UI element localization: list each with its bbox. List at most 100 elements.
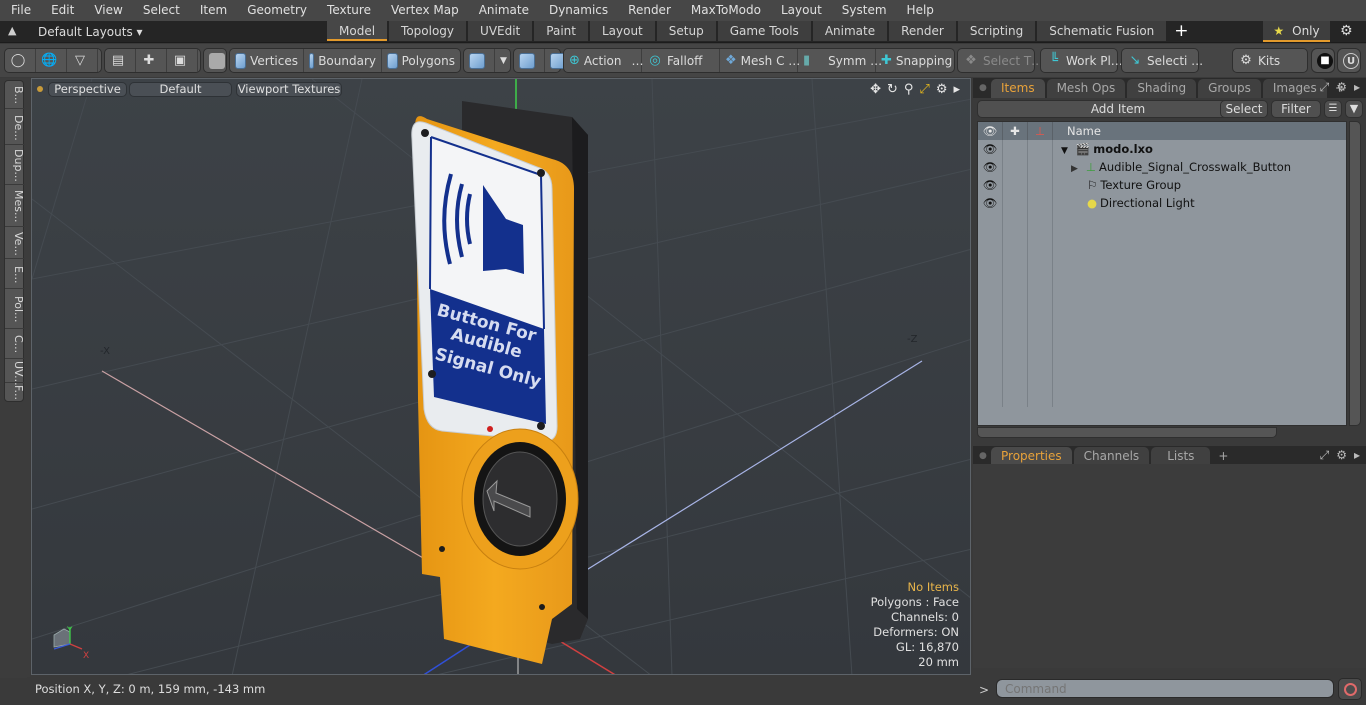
3d-viewport[interactable]: Button For Audible Signal Only -X -Z Y X xyxy=(31,78,971,675)
mesh-constraint-button[interactable]: ❖ Mesh C … xyxy=(720,49,800,72)
zoom-icon[interactable]: ⚲ xyxy=(904,82,914,97)
viewport-menu-dot[interactable] xyxy=(37,86,43,92)
boundary-button[interactable]: Boundary xyxy=(304,49,382,72)
select-tool-button[interactable]: ❖ Select T… xyxy=(958,49,1048,72)
tab-topology[interactable]: Topology xyxy=(389,21,467,41)
work-plane-button[interactable]: ╚ Work Pl… xyxy=(1041,49,1128,72)
vertices-button[interactable]: Vertices xyxy=(230,49,304,72)
add-tab-button[interactable]: + xyxy=(1168,21,1194,43)
tab-uvedit[interactable]: UVEdit xyxy=(468,21,533,41)
left-tab-fusion[interactable]: F... xyxy=(5,383,25,403)
expand-arrow-icon[interactable]: ▶ xyxy=(1071,164,1078,174)
left-tab-polygon[interactable]: Pol... xyxy=(5,291,25,329)
material-dropdown[interactable]: ▼ xyxy=(495,49,512,72)
panel-gear-icon[interactable]: ⚙ xyxy=(1336,80,1347,95)
tab-paint[interactable]: Paint xyxy=(534,21,588,41)
menu-edit[interactable]: Edit xyxy=(40,0,83,21)
tab-groups[interactable]: Groups xyxy=(1198,79,1261,98)
snapping-button[interactable]: ✚ Snapping xyxy=(876,49,954,72)
panel-dot-icon[interactable]: ● xyxy=(973,79,991,98)
visibility-column-icon[interactable]: 👁 xyxy=(978,122,1003,140)
kits-button[interactable]: ⚙ Kits xyxy=(1233,49,1285,72)
left-tab-curve[interactable]: C... xyxy=(5,331,25,359)
shading-mode-button[interactable]: Default xyxy=(129,82,232,97)
maximize-icon[interactable]: ⤢ xyxy=(919,82,929,97)
menu-item[interactable]: Item xyxy=(189,0,236,21)
record-button[interactable] xyxy=(1338,678,1362,700)
expand-icon[interactable]: ⤢ xyxy=(1320,448,1330,463)
menu-select[interactable]: Select xyxy=(132,0,189,21)
polygons-button[interactable]: Polygons xyxy=(382,49,460,72)
square-target-button[interactable]: ▣ xyxy=(167,49,198,72)
filter-button[interactable]: Filter xyxy=(1271,100,1321,118)
tab-render[interactable]: Render xyxy=(889,21,956,41)
list-options-icon[interactable]: ☰ xyxy=(1324,100,1342,118)
tab-setup[interactable]: Setup xyxy=(656,21,716,41)
viewport-textures-button[interactable]: Viewport Textures xyxy=(236,82,342,97)
tree-row[interactable]: 👁 ⚐ Texture Group xyxy=(978,176,1346,194)
tab-mesh-ops[interactable]: Mesh Ops xyxy=(1046,79,1126,98)
cross-button[interactable]: ✚ xyxy=(136,49,167,72)
collapse-up-icon[interactable]: ▲ xyxy=(8,24,22,40)
menu-texture[interactable]: Texture xyxy=(316,0,380,21)
left-tab-basic[interactable]: B... xyxy=(5,83,25,109)
tab-game-tools[interactable]: Game Tools xyxy=(717,21,811,41)
expand-arrow-icon[interactable]: ▼ xyxy=(1061,146,1068,156)
world-space-button[interactable] xyxy=(514,49,545,72)
eye-icon[interactable]: 👁 xyxy=(978,176,1003,194)
eye-icon[interactable]: 👁 xyxy=(978,140,1003,158)
left-tab-duplicate[interactable]: Dup... xyxy=(5,147,25,185)
tab-images[interactable]: Images xyxy=(1262,79,1327,98)
only-toggle[interactable]: ★ Only xyxy=(1263,21,1330,42)
align-button[interactable]: ▤ xyxy=(105,49,136,72)
menu-animate[interactable]: Animate xyxy=(468,0,538,21)
menu-layout[interactable]: Layout xyxy=(770,0,831,21)
tab-model[interactable]: Model xyxy=(327,21,388,41)
tab-items[interactable]: Items xyxy=(991,79,1045,98)
menu-vertex-map[interactable]: Vertex Map xyxy=(380,0,468,21)
pan-icon[interactable]: ✥ xyxy=(870,82,881,97)
panel-more-icon[interactable]: ▸ xyxy=(1354,80,1360,95)
unreal-button[interactable]: U xyxy=(1338,49,1366,72)
viewport-more-icon[interactable]: ▸ xyxy=(953,82,960,97)
menu-file[interactable]: File xyxy=(0,0,40,21)
left-tab-vertex[interactable]: Ve... xyxy=(5,229,25,259)
symmetry-button[interactable]: ▮ Symm … xyxy=(798,49,882,72)
eye-icon[interactable]: 👁 xyxy=(978,158,1003,176)
selection-sets-button[interactable]: ↘ Selecti … xyxy=(1122,49,1208,72)
tree-row[interactable]: 👁 ▼ 🎬 modo.lxo xyxy=(978,140,1346,158)
globe-button[interactable]: 🌐 xyxy=(36,49,67,72)
lock-column-icon[interactable]: ✚ xyxy=(1003,122,1028,140)
tab-shading[interactable]: Shading xyxy=(1127,79,1197,98)
falloff-button[interactable]: ◎ Falloff xyxy=(642,49,720,72)
vertical-scrollbar[interactable] xyxy=(1349,121,1361,426)
horizontal-scrollbar[interactable] xyxy=(977,427,1277,438)
left-tab-deform[interactable]: De... xyxy=(5,111,25,145)
menu-system[interactable]: System xyxy=(831,0,896,21)
menu-maxtomodo[interactable]: MaxToModo xyxy=(680,0,770,21)
command-input[interactable] xyxy=(996,679,1334,698)
tab-animate[interactable]: Animate xyxy=(812,21,888,41)
gear-icon[interactable]: ⚙ xyxy=(1340,23,1353,39)
add-item-button[interactable]: Add Item▼ xyxy=(977,100,1259,118)
default-layouts-dropdown[interactable]: Default Layouts ▾ xyxy=(38,21,143,43)
view-mode-button[interactable]: Perspective xyxy=(48,82,127,97)
name-column-header[interactable]: Name xyxy=(1053,122,1101,140)
tab-layout[interactable]: Layout xyxy=(589,21,655,41)
circle-select-button[interactable]: ◯ xyxy=(5,49,36,72)
left-tab-mesh-edit[interactable]: Mes... xyxy=(5,187,25,227)
material-mode-button[interactable] xyxy=(464,49,495,72)
select-button[interactable]: Select xyxy=(1220,100,1268,118)
tab-scripting[interactable]: Scripting xyxy=(957,21,1036,41)
menu-dynamics[interactable]: Dynamics xyxy=(538,0,617,21)
left-tab-uv[interactable]: UV... xyxy=(5,361,25,386)
menu-render[interactable]: Render xyxy=(617,0,680,21)
expand-icon[interactable]: ⤢ xyxy=(1320,80,1330,95)
viewport-gear-icon[interactable]: ⚙ xyxy=(936,82,948,97)
props-gear-icon[interactable]: ⚙ xyxy=(1336,448,1347,463)
funnel-icon[interactable]: ▼ xyxy=(1345,100,1363,118)
props-more-icon[interactable]: ▸ xyxy=(1354,448,1360,463)
menu-geometry[interactable]: Geometry xyxy=(236,0,316,21)
menu-help[interactable]: Help xyxy=(896,0,943,21)
action-center-button[interactable]: ⊕ Action… xyxy=(564,49,644,72)
